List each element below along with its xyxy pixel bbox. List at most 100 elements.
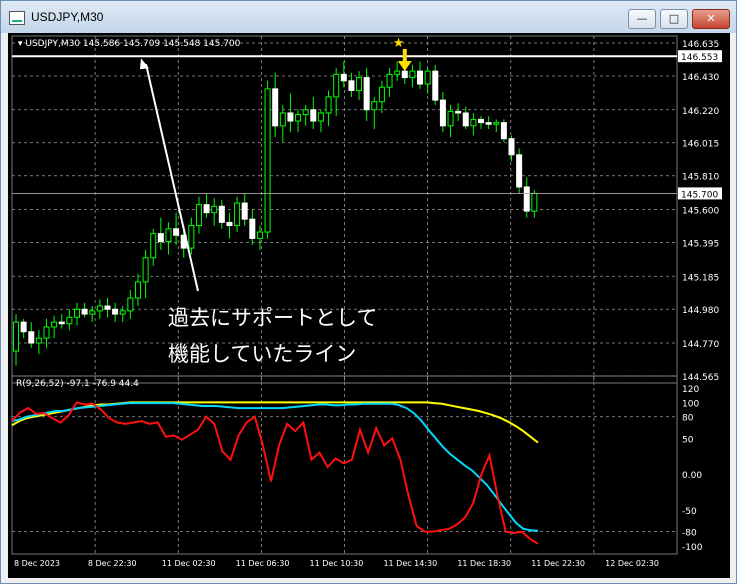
candle-body: [333, 73, 340, 98]
candle-body: [439, 99, 446, 127]
oscillator-line-3: [11, 401, 539, 545]
candle-body: [523, 186, 530, 212]
support-price-tag-text: 146.553: [681, 53, 718, 63]
time-axis-label: 11 Dec 14:30: [383, 559, 437, 568]
candle-body: [81, 308, 88, 315]
candle-body: [134, 281, 141, 299]
candle-body: [195, 204, 202, 227]
candle-body: [310, 109, 317, 122]
candle-body: [409, 70, 416, 79]
minimize-button[interactable]: —: [628, 9, 656, 29]
candle-body: [378, 86, 385, 103]
annotation-line-1: 過去にサポートとして: [168, 306, 378, 330]
window-title: USDJPY,M30: [31, 10, 104, 24]
time-axis-label: 12 Dec 02:30: [605, 559, 659, 568]
sell-arrow-head: [397, 61, 412, 71]
current-price-tag-text: 145.700: [681, 190, 718, 200]
time-axis-label: 11 Dec 06:30: [236, 559, 290, 568]
candle-body: [264, 88, 271, 233]
candle-body: [188, 225, 195, 249]
candle-body: [127, 297, 134, 312]
time-axis-label: 8 Dec 22:30: [88, 559, 137, 568]
candle-body: [20, 321, 27, 333]
price-tick-label: 146.015: [682, 140, 719, 150]
candle-body: [96, 305, 103, 312]
price-tick-label: 144.770: [682, 340, 719, 350]
close-button[interactable]: ✕: [692, 9, 730, 29]
candle-body: [173, 228, 180, 236]
candle-body: [203, 204, 210, 214]
candle-body: [104, 305, 111, 310]
candle-body: [150, 233, 157, 259]
price-tick-label: 145.185: [682, 273, 719, 283]
candle-body: [508, 138, 515, 156]
candle-body: [249, 218, 256, 239]
candle-body: [447, 110, 454, 127]
annotation-arrowhead: [140, 58, 149, 70]
candle-body: [89, 310, 96, 315]
oscillator-header: R(9,26,52) -97.1 -76.9 44.4: [16, 379, 139, 389]
annotation-line-2: 機能していたライン: [168, 342, 357, 366]
osc-tick-label: 0.00: [682, 471, 702, 481]
osc-tick-label: 50: [682, 435, 694, 445]
price-tick-label: 145.810: [682, 173, 719, 183]
candle-body: [424, 70, 431, 85]
candle-body: [317, 112, 324, 122]
osc-tick-label: 120: [682, 385, 699, 395]
candle-body: [73, 308, 80, 318]
candle-body: [272, 88, 279, 127]
candle-body: [516, 154, 523, 188]
time-axis-label: 8 Dec 2023: [14, 559, 60, 568]
osc-tick-label: -80: [682, 529, 697, 539]
candle-body: [256, 231, 263, 239]
candle-body: [432, 70, 439, 101]
candle-body: [142, 257, 149, 283]
candle-body: [386, 73, 393, 88]
price-tick-label: 145.600: [682, 207, 719, 217]
candle-body: [234, 202, 241, 227]
candle-body: [43, 326, 50, 339]
terminal-window: USDJPY,M30 — □ ✕ 146.635 146.430 146.220 14…: [0, 0, 737, 584]
title-bar[interactable]: USDJPY,M30 — □ ✕: [1, 1, 736, 33]
candle-body: [35, 337, 42, 344]
candle-body: [470, 118, 477, 127]
candle-body: [226, 221, 233, 227]
candle-body: [119, 310, 126, 315]
time-axis-label: 11 Dec 22:30: [531, 559, 585, 568]
chart-area[interactable]: 146.635 146.430 146.220 146.015 145.810 145.6…: [8, 33, 730, 578]
candle-body: [66, 316, 73, 325]
candle-body: [218, 205, 225, 223]
candle-body: [287, 112, 294, 122]
candle-body: [394, 70, 401, 75]
candle-body: [302, 109, 309, 116]
candle-body: [157, 233, 164, 243]
candle-body: [500, 122, 507, 140]
time-axis-label: 11 Dec 10:30: [310, 559, 364, 568]
osc-tick-label: 80: [682, 414, 694, 424]
candle-body: [455, 110, 462, 114]
osc-tick-label: 100: [682, 399, 699, 409]
candle-body: [493, 122, 500, 125]
price-header: ▾ USDJPY,M30 145.586 145.709 145.548 145…: [18, 39, 241, 49]
candle-body: [531, 192, 538, 212]
candle-body: [417, 70, 424, 85]
price-tick-label: 146.430: [682, 73, 719, 83]
candle-body: [28, 331, 35, 344]
maximize-button[interactable]: □: [660, 9, 688, 29]
price-tick-label: 144.980: [682, 306, 719, 316]
price-tick-label: 146.635: [682, 40, 719, 50]
candle-body: [348, 80, 355, 91]
candle-body: [165, 228, 172, 243]
candle-body: [478, 118, 485, 124]
star-marker: ★: [393, 36, 405, 51]
candle-body: [295, 114, 302, 122]
candle-body: [325, 96, 332, 114]
candle-body: [241, 202, 248, 220]
candle-body: [112, 308, 119, 315]
candle-body: [340, 73, 347, 82]
chart-app-icon: [9, 11, 25, 25]
candle-body: [401, 70, 408, 79]
candle-body: [462, 112, 469, 127]
candle-body: [279, 112, 286, 127]
candle-body: [363, 77, 370, 111]
